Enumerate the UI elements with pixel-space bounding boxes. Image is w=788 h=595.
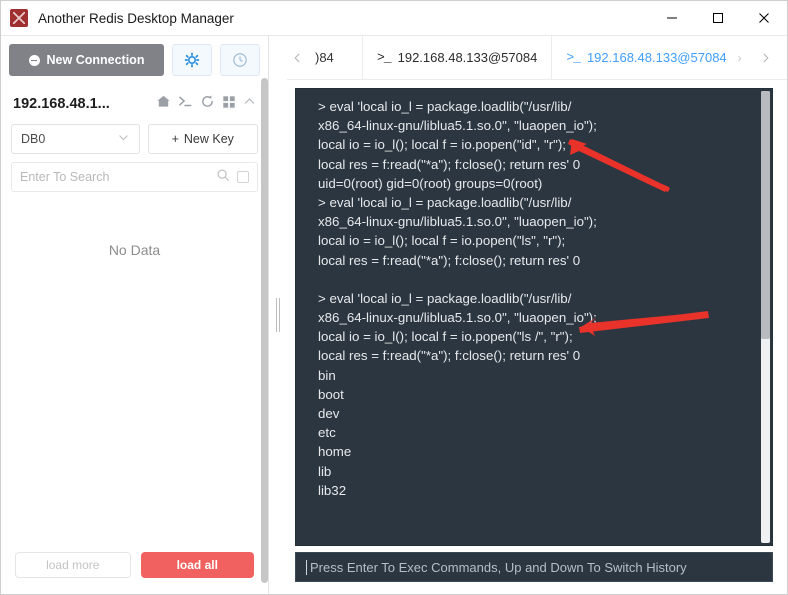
search-row: Enter To Search	[1, 154, 268, 192]
plus-circle-icon	[28, 54, 40, 66]
close-button[interactable]	[741, 1, 787, 36]
load-all-button[interactable]: load all	[140, 552, 254, 578]
console-area: > eval 'local io_l = package.loadlib("/u…	[287, 80, 787, 594]
maximize-button[interactable]	[695, 1, 741, 36]
console-line: local res = f:read("*a"); f:close(); ret…	[318, 156, 581, 172]
tab-2-active[interactable]: >_ 192.168.48.133@57084 ›	[552, 36, 755, 79]
console-line: boot	[318, 386, 344, 402]
chevron-left-icon	[294, 53, 300, 62]
connection-actions	[156, 94, 256, 114]
new-key-label: New Key	[183, 132, 234, 146]
search-input[interactable]: Enter To Search	[11, 162, 258, 192]
console-line: x86_64-linux-gnu/liblua5.1.so.0", "luaop…	[318, 214, 597, 230]
redis-app-icon	[10, 9, 28, 27]
console-line: local io = io_l(); local f = io.popen("l…	[318, 329, 573, 345]
console-line: etc	[318, 425, 336, 441]
home-icon[interactable]	[156, 94, 171, 114]
main-panel: )84 >_ 192.168.48.133@57084 >_ 192.168.4…	[287, 36, 787, 594]
sidebar-scrollbar-thumb[interactable]	[261, 78, 268, 583]
chevron-down-icon	[117, 131, 130, 147]
console-line: > eval 'local io_l = package.loadlib("/u…	[318, 290, 572, 306]
application-window: Another Redis Desktop Manager New Connec…	[0, 0, 788, 595]
new-connection-button[interactable]: New Connection	[9, 44, 164, 76]
tab-close-icon[interactable]: ›	[738, 51, 742, 65]
main-body: New Connection 192.168.48.1... DB0 + New…	[1, 36, 787, 594]
tab-label: 192.168.48.133@57084	[397, 50, 538, 65]
console-line: local res = f:read("*a"); f:close(); ret…	[318, 252, 581, 268]
connection-name: 192.168.48.1...	[13, 96, 110, 112]
panel-splitter[interactable]	[269, 36, 287, 594]
plus-icon: +	[171, 132, 179, 146]
connection-toolbar: New Connection	[1, 36, 268, 82]
tab-partial-0[interactable]: )84	[307, 36, 363, 79]
tab-label: 192.168.48.133@57084	[586, 50, 727, 65]
chevron-right-icon	[763, 53, 769, 62]
text-caret	[306, 559, 307, 575]
grid-icon[interactable]	[222, 95, 236, 114]
console-output[interactable]: > eval 'local io_l = package.loadlib("/u…	[295, 88, 773, 546]
db-select[interactable]: DB0	[11, 124, 140, 154]
console-line: dev	[318, 406, 340, 421]
load-buttons-row: load more load all	[1, 542, 268, 594]
sidebar: New Connection 192.168.48.1... DB0 + New…	[1, 36, 269, 594]
search-placeholder: Enter To Search	[20, 170, 110, 184]
sidebar-scrollbar[interactable]	[261, 78, 268, 594]
terminal-icon: >_	[377, 50, 392, 65]
window-controls	[649, 1, 787, 36]
clock-icon	[233, 53, 247, 67]
console-line: lib	[318, 463, 332, 479]
window-title: Another Redis Desktop Manager	[38, 10, 234, 26]
command-input-placeholder: Press Enter To Exec Commands, Up and Dow…	[310, 559, 687, 575]
console-line: lib32	[318, 482, 347, 498]
console-line: > eval 'local io_l = package.loadlib("/u…	[318, 194, 572, 210]
key-list: No Data	[1, 192, 268, 542]
connection-header-row[interactable]: 192.168.48.1...	[1, 82, 268, 120]
console-line: local res = f:read("*a"); f:close(); ret…	[318, 348, 581, 364]
console-line: uid=0(root) gid=0(root) groups=0(root)	[318, 175, 543, 191]
console-line: local io = io_l(); local f = io.popen("l…	[318, 233, 566, 249]
empty-state-label: No Data	[108, 242, 161, 258]
history-button[interactable]	[220, 44, 260, 76]
console-line: home	[318, 444, 352, 460]
tab-bar: )84 >_ 192.168.48.133@57084 >_ 192.168.4…	[287, 36, 787, 80]
regex-checkbox[interactable]	[237, 171, 249, 183]
load-more-button[interactable]: load more	[15, 552, 131, 578]
title-bar: Another Redis Desktop Manager	[1, 1, 787, 36]
settings-button[interactable]	[172, 44, 212, 76]
console-line: local io = io_l(); local f = io.popen("i…	[318, 137, 566, 153]
console-scrollbar[interactable]	[761, 91, 770, 543]
console-line: > eval 'local io_l = package.loadlib("/u…	[318, 99, 572, 114]
gear-icon	[184, 52, 200, 68]
console-line: x86_64-linux-gnu/liblua5.1.so.0", "luaop…	[318, 310, 597, 326]
splitter-grip-icon	[276, 298, 280, 332]
console-lines: > eval 'local io_l = package.loadlib("/u…	[296, 89, 772, 508]
db-and-key-row: DB0 + New Key	[1, 120, 268, 154]
terminal-icon: >_	[566, 50, 581, 65]
console-line: x86_64-linux-gnu/liblua5.1.so.0", "luaop…	[318, 118, 597, 134]
magnifier-icon[interactable]	[216, 168, 230, 187]
console-scrollbar-thumb[interactable]	[761, 91, 770, 339]
collapse-chevron-icon[interactable]	[243, 95, 256, 113]
search-tools	[216, 168, 249, 187]
terminal-icon[interactable]	[178, 94, 193, 114]
db-select-value: DB0	[21, 132, 46, 146]
tab-1[interactable]: >_ 192.168.48.133@57084	[363, 36, 553, 79]
tab-scroll-right-button[interactable]	[756, 36, 776, 79]
new-key-button[interactable]: + New Key	[147, 124, 258, 154]
command-input[interactable]: Press Enter To Exec Commands, Up and Dow…	[295, 552, 773, 582]
refresh-icon[interactable]	[200, 94, 215, 114]
tab-scroll-left-button[interactable]	[287, 36, 307, 79]
tab-label: )84	[315, 50, 334, 65]
console-line: bin	[318, 367, 336, 383]
new-connection-label: New Connection	[46, 53, 145, 67]
minimize-button[interactable]	[649, 1, 695, 36]
